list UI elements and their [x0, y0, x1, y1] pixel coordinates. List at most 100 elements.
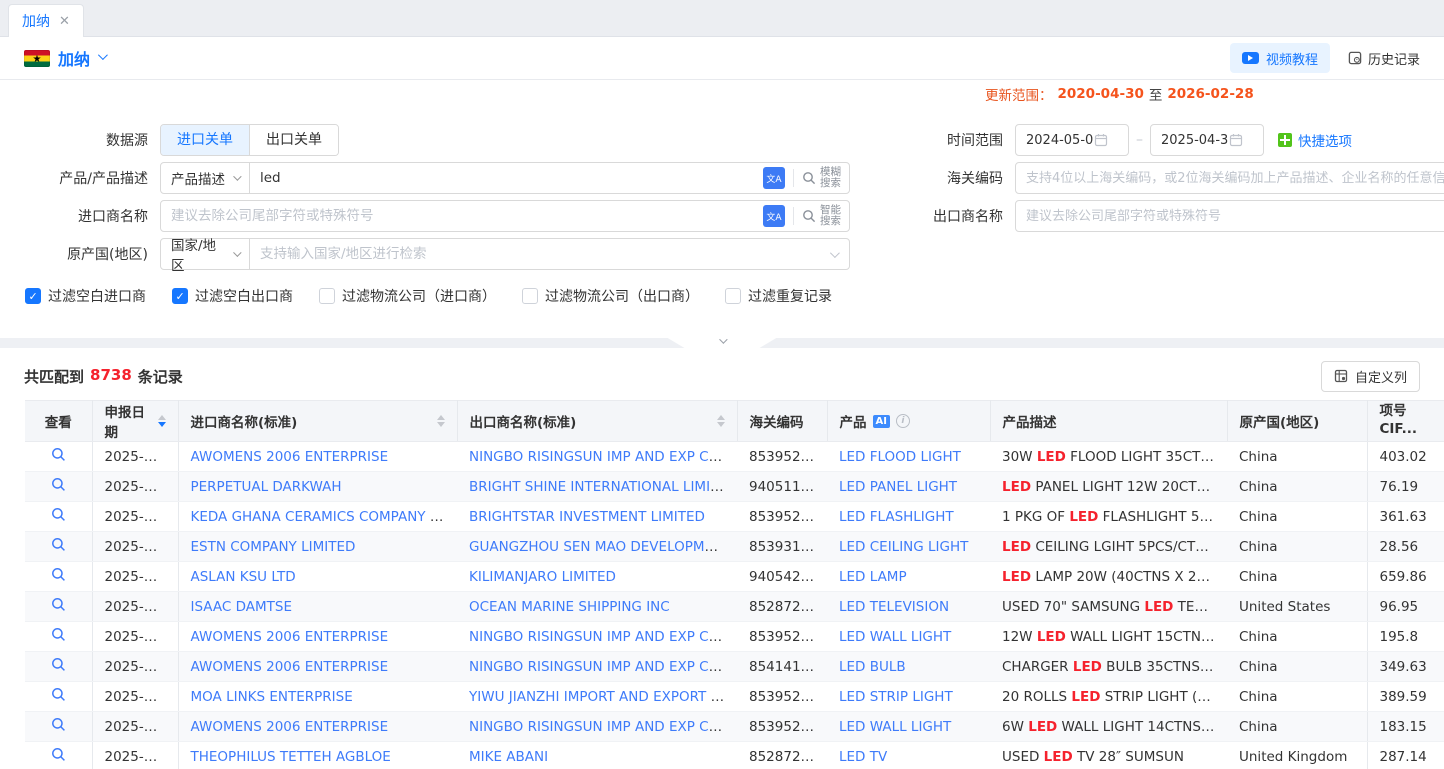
end-date-value[interactable] [1151, 133, 1229, 148]
view-record-button[interactable] [51, 507, 66, 526]
product-link[interactable]: LED STRIP LIGHT [839, 689, 953, 705]
view-record-button[interactable] [51, 687, 66, 706]
view-record-button[interactable] [51, 657, 66, 676]
exporter-link[interactable]: MIKE ABANI [469, 749, 548, 765]
view-cell [25, 562, 92, 592]
importer-input[interactable] [161, 202, 763, 230]
translate-icon[interactable]: 文A [763, 167, 785, 189]
importer-link[interactable]: ISAAC DAMTSE [191, 599, 293, 615]
quick-options-button[interactable]: 快捷选项 [1278, 130, 1352, 150]
product-link[interactable]: LED CEILING LIGHT [839, 539, 968, 555]
origin-country-select[interactable] [249, 238, 850, 270]
filter-checkbox[interactable]: 过滤物流公司（出口商） [522, 286, 699, 306]
product-type-select[interactable]: 产品描述 [160, 162, 250, 194]
checkbox-icon[interactable] [319, 288, 335, 304]
checkbox-icon[interactable] [25, 288, 41, 304]
product-search-input[interactable] [250, 164, 763, 192]
col-header-date[interactable]: 申报日期 [92, 401, 178, 442]
tab-import-customs[interactable]: 进口关单 [161, 125, 249, 155]
product-link[interactable]: LED WALL LIGHT [839, 629, 951, 645]
view-record-button[interactable] [51, 447, 66, 466]
view-record-button[interactable] [51, 627, 66, 646]
tab-bar: 加纳 ✕ [0, 0, 1444, 37]
checkbox-icon[interactable] [725, 288, 741, 304]
product-link[interactable]: LED TV [839, 749, 887, 765]
view-record-button[interactable] [51, 717, 66, 736]
exporter-link[interactable]: BRIGHTSTAR INVESTMENT LIMITED [469, 509, 705, 525]
importer-cell: AWOMENS 2006 ENTERPRISE [178, 652, 457, 682]
importer-link[interactable]: ESTN COMPANY LIMITED [191, 539, 356, 555]
product-link[interactable]: LED BULB [839, 659, 906, 675]
translate-icon[interactable]: 文A [763, 205, 785, 227]
importer-link[interactable]: AWOMENS 2006 ENTERPRISE [191, 449, 389, 465]
checkbox-icon[interactable] [522, 288, 538, 304]
exporter-link[interactable]: NINGBO RISINGSUN IMP AND EXP CP LTD [469, 629, 737, 645]
col-header-exporter[interactable]: 出口商名称(标准) [457, 401, 737, 442]
page-title[interactable]: 加纳 [58, 46, 90, 70]
exporter-link[interactable]: GUANGZHOU SEN MAO DEVELOPMENT C... [469, 539, 737, 555]
fuzzy-search-button[interactable]: 模糊搜索 [802, 167, 841, 189]
view-record-button[interactable] [51, 597, 66, 616]
smart-search-button[interactable]: 智能搜索 [802, 205, 841, 227]
chevron-down-icon[interactable] [98, 50, 108, 60]
product-link[interactable]: LED WALL LIGHT [839, 719, 951, 735]
hs-code-input[interactable] [1015, 162, 1444, 194]
sort-icon[interactable] [158, 415, 166, 427]
product-link[interactable]: LED LAMP [839, 569, 907, 585]
start-date-input[interactable] [1015, 124, 1129, 156]
importer-link[interactable]: AWOMENS 2006 ENTERPRISE [191, 719, 389, 735]
date-cell: 2025-04-30 [92, 592, 178, 622]
video-tutorial-button[interactable]: 视频教程 [1230, 43, 1330, 73]
info-icon[interactable]: i [896, 414, 910, 428]
view-record-button[interactable] [51, 477, 66, 496]
importer-link[interactable]: MOA LINKS ENTERPRISE [191, 689, 353, 705]
view-record-button[interactable] [51, 747, 66, 766]
origin-country-input[interactable] [250, 246, 830, 262]
date-cell: 2025-04-30 [92, 682, 178, 712]
sort-icon[interactable] [709, 415, 725, 427]
importer-input-wrap: 文A 智能搜索 [160, 200, 850, 232]
filter-checkbox[interactable]: 过滤重复记录 [725, 286, 832, 306]
importer-link[interactable]: KEDA GHANA CERAMICS COMPANY LIMITED [191, 509, 458, 525]
col-header-cif[interactable]: 项号CIF... [1367, 401, 1444, 442]
exporter-cell: NINGBO RISINGSUN IMP AND EXP CP LTD [457, 712, 737, 742]
start-date-value[interactable] [1016, 133, 1094, 148]
keyword-highlight: LED [1028, 719, 1057, 735]
origin-type-select[interactable]: 国家/地区 [160, 238, 250, 270]
exporter-link[interactable]: NINGBO RISINGSUN IMP AND EXP CP LTD [469, 659, 737, 675]
exporter-link[interactable]: NINGBO RISINGSUN IMP AND EXP CP LTD [469, 719, 737, 735]
product-link[interactable]: LED FLASHLIGHT [839, 509, 954, 525]
col-header-importer[interactable]: 进口商名称(标准) [178, 401, 457, 442]
exporter-link[interactable]: KILIMANJARO LIMITED [469, 569, 616, 585]
end-date-input[interactable] [1150, 124, 1264, 156]
importer-link[interactable]: THEOPHILUS TETTEH AGBLOE [191, 749, 391, 765]
filter-checkbox[interactable]: 过滤物流公司（进口商） [319, 286, 496, 306]
tab-ghana[interactable]: 加纳 ✕ [8, 4, 84, 37]
importer-link[interactable]: AWOMENS 2006 ENTERPRISE [191, 659, 389, 675]
summary-prefix: 共匹配到 [24, 366, 84, 387]
filter-checkbox[interactable]: 过滤空白出口商 [172, 286, 293, 306]
product-link[interactable]: LED PANEL LIGHT [839, 479, 957, 495]
view-record-button[interactable] [51, 567, 66, 586]
customize-columns-button[interactable]: 自定义列 [1321, 361, 1420, 392]
tab-export-customs[interactable]: 出口关单 [249, 125, 338, 155]
panel-gap [0, 338, 1444, 348]
exporter-link[interactable]: YIWU JIANZHI IMPORT AND EXPORT CO LTD [469, 689, 737, 705]
exporter-link[interactable]: BRIGHT SHINE INTERNATIONAL LIMITED [469, 479, 737, 495]
description-cell: 12W LED WALL LIGHT 15CTNS X 40P... [990, 622, 1227, 652]
close-icon[interactable]: ✕ [59, 15, 70, 28]
product-link[interactable]: LED FLOOD LIGHT [839, 449, 961, 465]
exporter-link[interactable]: OCEAN MARINE SHIPPING INC [469, 599, 670, 615]
history-button[interactable]: 历史记录 [1348, 49, 1420, 68]
exporter-input[interactable] [1015, 200, 1444, 232]
filter-checkbox[interactable]: 过滤空白进口商 [25, 286, 146, 306]
checkbox-icon[interactable] [172, 288, 188, 304]
product-link[interactable]: LED TELEVISION [839, 599, 949, 615]
sort-icon[interactable] [429, 415, 445, 427]
importer-link[interactable]: ASLAN KSU LTD [191, 569, 296, 585]
hs-code-cell: 8528729000 [737, 742, 827, 769]
importer-link[interactable]: PERPETUAL DARKWAH [191, 479, 342, 495]
importer-link[interactable]: AWOMENS 2006 ENTERPRISE [191, 629, 389, 645]
exporter-link[interactable]: NINGBO RISINGSUN IMP AND EXP CP LTD [469, 449, 737, 465]
view-record-button[interactable] [51, 537, 66, 556]
